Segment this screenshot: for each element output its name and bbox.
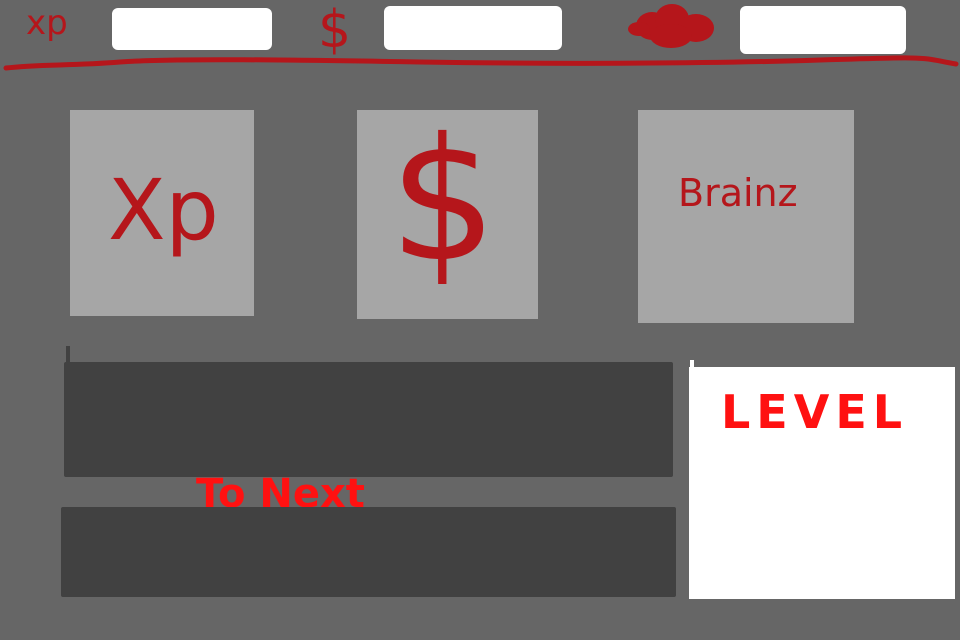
xp-progress-bar-tick <box>66 346 70 364</box>
level-label: LEVEL <box>721 385 909 439</box>
next-level-progress-bar <box>61 507 676 597</box>
xp-progress-bar <box>64 362 673 477</box>
brains-tile[interactable]: Brainz <box>638 110 854 323</box>
xp-status-label: xp <box>26 3 68 43</box>
xp-tile-label: Xp <box>108 161 219 259</box>
money-tile-label: $ <box>389 102 498 300</box>
status-bar-divider <box>3 55 959 71</box>
xp-tile[interactable]: Xp <box>70 110 254 316</box>
money-value-field <box>384 6 562 50</box>
level-panel: LEVEL <box>689 367 955 599</box>
money-tile[interactable]: $ <box>357 110 538 319</box>
money-status-label: $ <box>318 0 352 60</box>
brains-value-field <box>740 6 906 54</box>
level-panel-tick <box>690 360 694 370</box>
brains-tile-label: Brainz <box>678 171 798 215</box>
xp-value-field <box>112 8 272 50</box>
